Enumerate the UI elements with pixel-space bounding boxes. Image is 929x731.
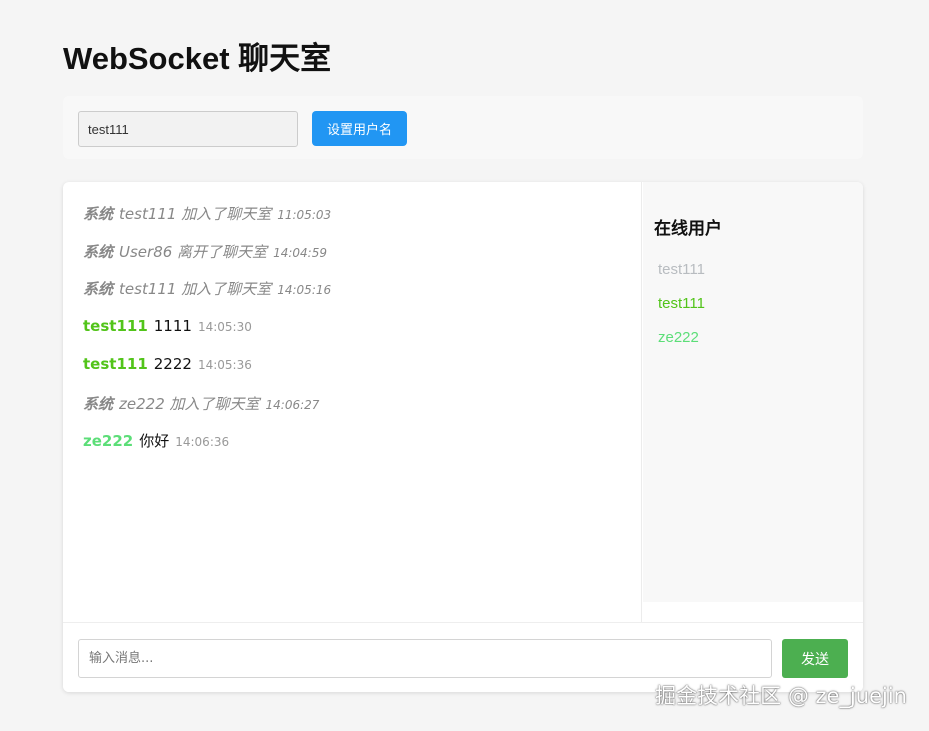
message-time: 11:05:03	[277, 208, 332, 222]
send-button[interactable]: 发送	[782, 639, 848, 678]
message-sender: 系统	[83, 280, 114, 298]
message-text: 1111	[153, 317, 192, 335]
message-text: test111 加入了聊天室	[119, 205, 272, 223]
message-item: ze222 你好 14:06:36	[83, 430, 235, 451]
message-input[interactable]	[78, 639, 772, 678]
message-text: 2222	[153, 355, 192, 373]
message-item: test111 1111 14:05:30	[83, 316, 258, 335]
message-sender: test111	[83, 317, 148, 335]
message-time: 14:04:59	[273, 246, 327, 260]
message-time: 14:06:27	[265, 398, 320, 412]
online-users-panel: 在线用户 test111 test111 ze222	[643, 182, 863, 602]
watermark: 掘金技术社区 @ ze_juejin	[655, 684, 907, 708]
message-item: 系统 test111 加入了聊天室 14:05:16	[83, 278, 337, 299]
chat-panel: 系统 test111 加入了聊天室 11:05:03 系统 User86 离开了聊天室…	[63, 182, 863, 692]
online-user-item[interactable]: ze222	[658, 329, 699, 346]
username-bar: 设置用户名	[63, 96, 863, 159]
message-text: User86 离开了聊天室	[119, 243, 268, 261]
online-user-item[interactable]: test111	[658, 261, 705, 278]
message-text: ze222 加入了聊天室	[119, 395, 260, 413]
username-input[interactable]	[78, 111, 298, 147]
message-item: 系统 ze222 加入了聊天室 14:06:27	[83, 393, 325, 414]
message-time: 14:05:30	[197, 320, 252, 334]
message-time: 14:05:36	[197, 358, 252, 372]
message-item: test111 2222 14:05:36	[83, 354, 258, 373]
message-sender: 系统	[83, 395, 114, 413]
message-sender: ze222	[83, 432, 134, 450]
message-sender: 系统	[83, 243, 114, 261]
message-time: 14:05:16	[277, 283, 332, 297]
message-sender: test111	[83, 355, 148, 373]
message-sender: 系统	[83, 205, 114, 223]
message-time: 14:06:36	[175, 435, 230, 449]
online-users-title: 在线用户	[654, 219, 722, 239]
message-text: test111 加入了聊天室	[119, 280, 272, 298]
message-text: 你好	[139, 432, 170, 450]
page-title: WebSocket 聊天室	[63, 41, 332, 76]
message-item: 系统 test111 加入了聊天室 11:05:03	[83, 203, 337, 224]
online-user-item[interactable]: test111	[658, 295, 705, 312]
set-username-button[interactable]: 设置用户名	[312, 111, 407, 146]
message-list[interactable]: 系统 test111 加入了聊天室 11:05:03 系统 User86 离开了聊天室…	[63, 182, 642, 622]
message-item: 系统 User86 离开了聊天室 14:04:59	[83, 241, 333, 262]
